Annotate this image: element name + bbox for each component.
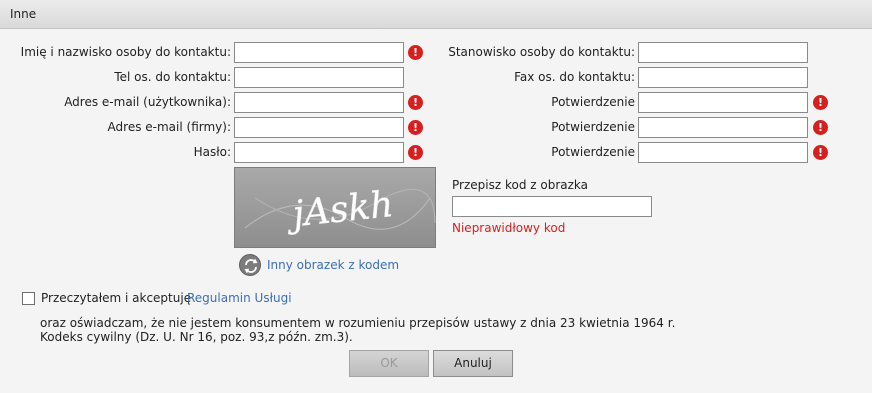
confirm-password-input[interactable]: [638, 142, 808, 163]
label-confirm-password: Potwierdzenie: [551, 145, 635, 159]
accept-terms-checkbox[interactable]: [22, 292, 35, 305]
accept-terms-label: Przeczytałem i akceptuję: [41, 291, 192, 305]
terms-link[interactable]: Regulamin Usługi: [187, 291, 292, 305]
contact-name-input[interactable]: [234, 42, 404, 63]
label-contact-name: Imię i nazwisko osoby do kontaktu:: [20, 45, 231, 59]
captcha-error: Nieprawidłowy kod: [452, 221, 566, 235]
warning-icon: !: [813, 145, 828, 160]
captcha-text: jAskh: [284, 184, 395, 236]
captcha-input[interactable]: [452, 196, 652, 217]
label-company-email: Adres e-mail (firmy):: [107, 120, 231, 134]
user-email-input[interactable]: [234, 92, 404, 113]
warning-icon: !: [813, 95, 828, 110]
label-contact-position: Stanowisko osoby do kontaktu:: [448, 45, 635, 59]
warning-icon: !: [813, 120, 828, 135]
label-confirm-company-email: Potwierdzenie: [551, 120, 635, 134]
label-contact-fax: Fax os. do kontaktu:: [514, 70, 635, 84]
label-password: Hasło:: [193, 145, 231, 159]
label-contact-phone: Tel os. do kontaktu:: [114, 70, 231, 84]
password-input[interactable]: [234, 142, 404, 163]
contact-phone-input[interactable]: [234, 67, 404, 88]
confirm-company-email-input[interactable]: [638, 117, 808, 138]
cancel-button[interactable]: Anuluj: [433, 350, 513, 377]
confirm-user-email-input[interactable]: [638, 92, 808, 113]
declaration-line-1: oraz oświadczam, że nie jestem konsument…: [40, 316, 676, 330]
company-email-input[interactable]: [234, 117, 404, 138]
declaration-line-2: Kodeks cywilny (Dz. U. Nr 16, poz. 93,z …: [40, 330, 353, 344]
refresh-icon[interactable]: [239, 254, 261, 276]
dialog-title: Inne: [10, 7, 37, 21]
label-user-email: Adres e-mail (użytkownika):: [64, 95, 231, 109]
dialog-titlebar[interactable]: Inne: [0, 0, 872, 29]
ok-button[interactable]: OK: [349, 350, 429, 377]
contact-position-input[interactable]: [638, 42, 808, 63]
captcha-prompt: Przepisz kod z obrazka: [452, 178, 589, 192]
contact-fax-input[interactable]: [638, 67, 808, 88]
refresh-captcha-link[interactable]: Inny obrazek z kodem: [267, 258, 399, 272]
captcha-image: jAskh: [234, 167, 436, 248]
label-confirm-user-email: Potwierdzenie: [551, 95, 635, 109]
